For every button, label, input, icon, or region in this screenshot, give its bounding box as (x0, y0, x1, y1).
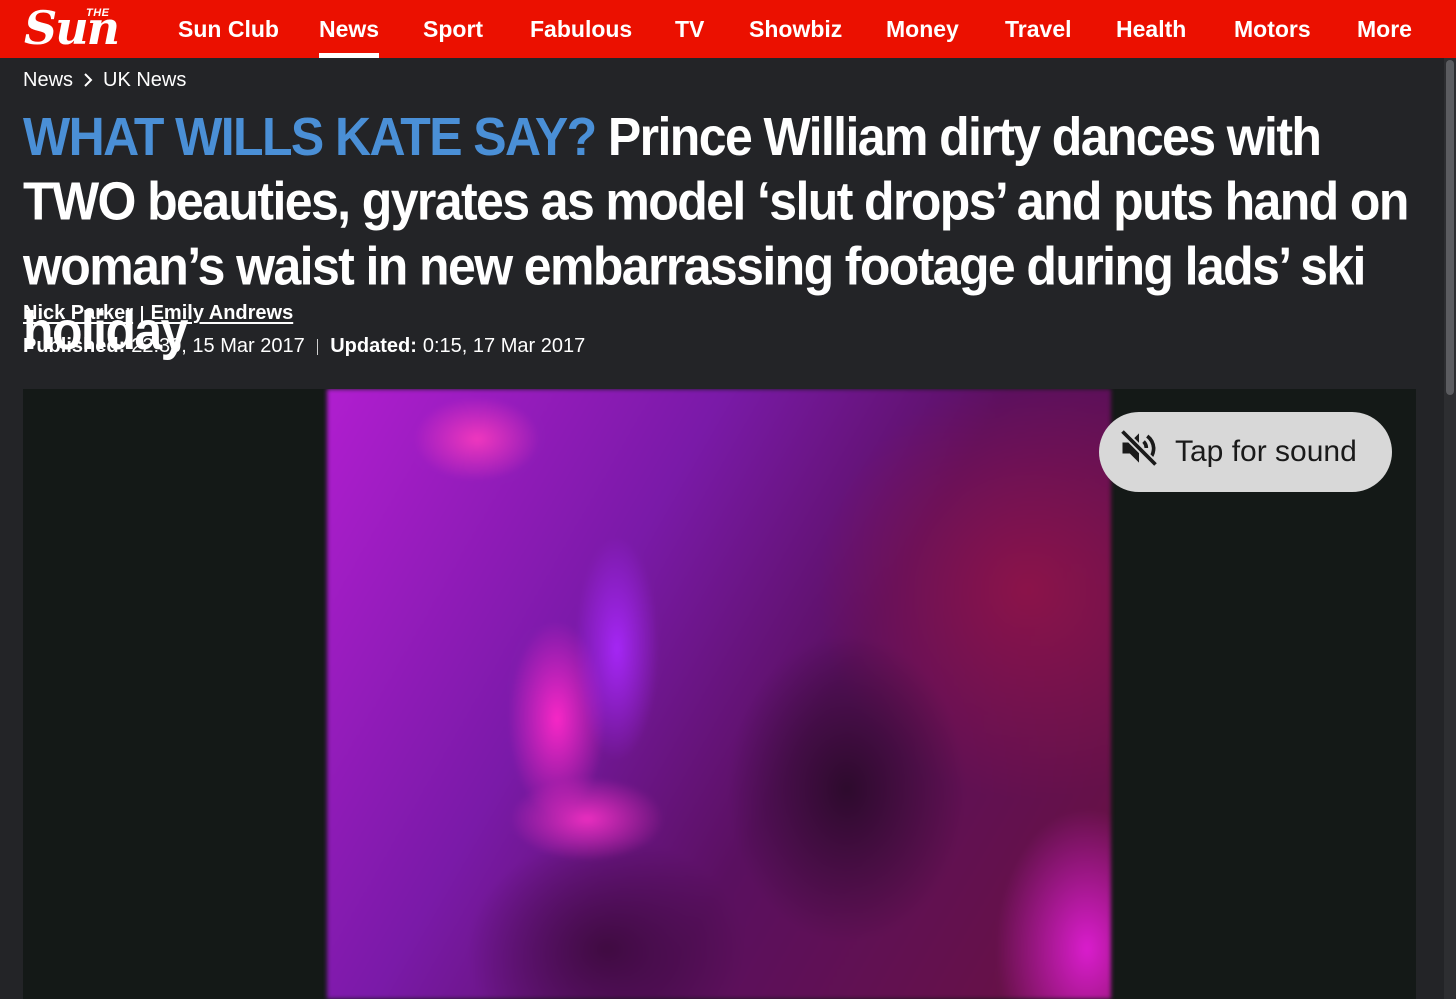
breadcrumb-uk-news[interactable]: UK News (103, 69, 186, 92)
nav-item-money[interactable]: Money (886, 0, 959, 58)
byline-divider (141, 305, 143, 322)
nav-item-motors[interactable]: Motors (1234, 0, 1311, 58)
nav-item-sport[interactable]: Sport (423, 0, 483, 58)
video-player[interactable]: Tap for sound (23, 389, 1416, 999)
published-date: 22:30, 15 Mar 2017 (131, 335, 305, 357)
nav-item-showbiz[interactable]: Showbiz (749, 0, 842, 58)
nav-item-sun-club[interactable]: Sun Club (178, 0, 279, 58)
nav-item-travel[interactable]: Travel (1005, 0, 1072, 58)
page-scrollbar[interactable] (1444, 58, 1456, 999)
breadcrumb-news[interactable]: News (23, 69, 73, 92)
author-link[interactable]: Nick Parker (23, 302, 133, 325)
dates-divider (316, 338, 319, 355)
chevron-right-icon (73, 69, 103, 92)
top-nav: Sun THE Sun Club News Sport Fabulous TV … (0, 0, 1456, 58)
author-link[interactable]: Emily Andrews (151, 302, 294, 325)
updated-date: 0:15, 17 Mar 2017 (422, 335, 586, 357)
muted-speaker-icon (1117, 426, 1175, 478)
sound-label: Tap for sound (1175, 435, 1357, 468)
article-dates: Published: 22:30, 15 Mar 2017 Updated: 0… (23, 335, 585, 358)
headline-kicker: WHAT WILLS KATE SAY? (23, 106, 597, 167)
video-frame[interactable] (327, 389, 1111, 999)
updated-label: Updated: (330, 335, 417, 357)
breadcrumb: News UK News (23, 66, 186, 94)
nav-item-news[interactable]: News (319, 0, 380, 58)
byline: Nick Parker Emily Andrews (23, 302, 293, 325)
nav-item-more[interactable]: More (1357, 0, 1412, 58)
nav-item-tv[interactable]: TV (675, 0, 704, 58)
the-sun-logo[interactable]: Sun THE (24, 4, 154, 52)
scrollbar-thumb[interactable] (1446, 60, 1454, 395)
nav-item-health[interactable]: Health (1116, 0, 1186, 58)
tap-for-sound-button[interactable]: Tap for sound (1099, 412, 1392, 492)
published-label: Published: (23, 335, 126, 357)
nav-item-fabulous[interactable]: Fabulous (530, 0, 632, 58)
logo-the: THE (86, 7, 110, 19)
